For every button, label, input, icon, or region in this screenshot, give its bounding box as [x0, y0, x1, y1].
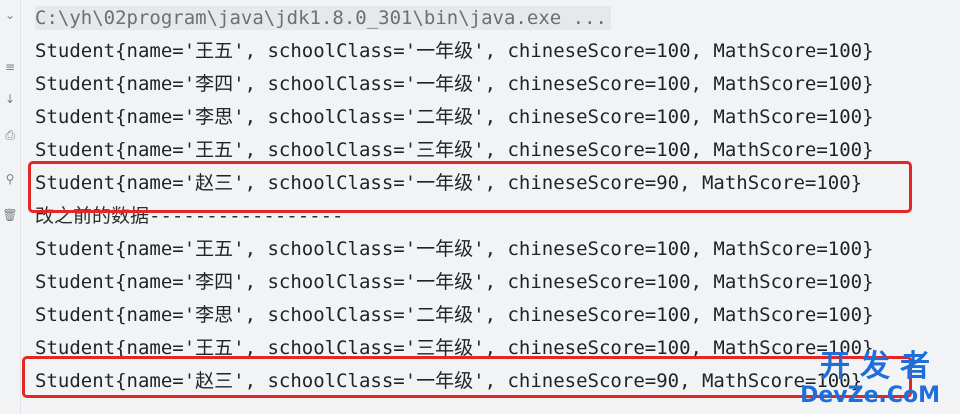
watermark-bottom-text: DevZe.CoM — [800, 383, 940, 408]
print-icon[interactable]: ⎙ — [2, 128, 18, 142]
output-line: Student{name='李四', schoolClass='一年级', ch… — [35, 73, 874, 95]
watermark-top-text: 开发者 — [820, 349, 940, 384]
console-toolbar: ⌄ ≡ ↓ ⎙ ⚲ 🗑 — [0, 0, 21, 414]
scroll-end-icon[interactable]: ↓ — [2, 92, 18, 106]
output-line: Student{name='王五', schoolClass='一年级', ch… — [35, 40, 874, 62]
output-line: Student{name='王五', schoolClass='一年级', ch… — [35, 238, 874, 260]
command-line: C:\yh\02program\java\jdk1.8.0_301\bin\ja… — [35, 6, 611, 30]
highlight-box — [28, 161, 912, 213]
output-line: Student{name='李四', schoolClass='一年级', ch… — [35, 271, 874, 293]
delete-icon[interactable]: 🗑 — [2, 208, 18, 222]
output-line: Student{name='王五', schoolClass='三年级', ch… — [35, 139, 874, 161]
pin-icon[interactable]: ⚲ — [2, 172, 18, 186]
highlight-box — [22, 356, 912, 398]
output-line: Student{name='李思', schoolClass='二年级', ch… — [35, 304, 874, 326]
collapse-icon[interactable]: ⌄ — [2, 8, 18, 22]
wrap-icon[interactable]: ≡ — [2, 60, 18, 74]
output-line: Student{name='李思', schoolClass='二年级', ch… — [35, 106, 874, 128]
watermark-logo: 开发者 DevZe.CoM — [796, 352, 946, 408]
